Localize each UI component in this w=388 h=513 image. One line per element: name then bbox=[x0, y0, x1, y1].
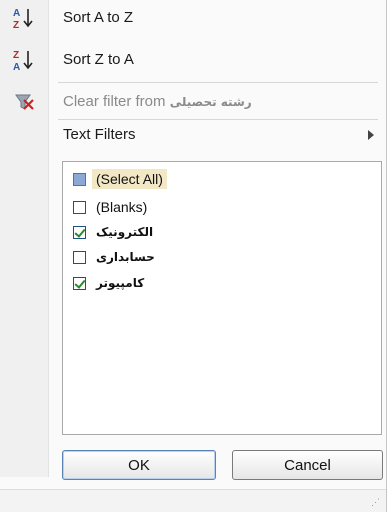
clear-filter-item[interactable]: Clear filter from رشته تحصیلی bbox=[0, 84, 386, 120]
accounting-checkbox[interactable] bbox=[73, 250, 86, 264]
list-item-label: (Blanks) bbox=[96, 199, 148, 215]
sort-ascending-icon: A Z bbox=[8, 6, 40, 30]
sort-a-to-z-item[interactable]: A Z Sort A to Z bbox=[0, 0, 386, 36]
cancel-button[interactable]: Cancel bbox=[232, 450, 383, 480]
text-filters-item[interactable]: Text Filters bbox=[0, 117, 386, 153]
clear-filter-field-name: رشته تحصیلی bbox=[169, 95, 252, 109]
list-item-blanks[interactable]: (Blanks) bbox=[73, 196, 151, 218]
computer-checkbox[interactable] bbox=[73, 276, 86, 290]
sort-z-to-a-item[interactable]: Z A Sort Z to A bbox=[0, 42, 386, 78]
electronics-checkbox[interactable] bbox=[73, 225, 86, 239]
list-item-select-all[interactable]: (Select All) bbox=[73, 168, 167, 190]
clear-filter-prefix: Clear filter from bbox=[63, 93, 170, 110]
sort-z-to-a-label: Sort Z to A bbox=[63, 51, 134, 68]
list-item-label: حسابداری bbox=[96, 250, 155, 264]
sort-a-to-z-label: Sort A to Z bbox=[63, 9, 134, 26]
clear-filter-label: Clear filter from رشته تحصیلی bbox=[63, 93, 252, 110]
blanks-checkbox[interactable] bbox=[73, 200, 86, 214]
svg-text:A: A bbox=[13, 62, 20, 72]
list-item-label: کامپیوتر bbox=[96, 276, 145, 290]
list-item-electronics[interactable]: الکترونیک bbox=[73, 221, 157, 243]
svg-text:Z: Z bbox=[13, 50, 19, 61]
list-item-label: (Select All) bbox=[92, 169, 167, 189]
svg-text:Z: Z bbox=[13, 20, 19, 30]
filter-values-listbox[interactable]: (Select All) (Blanks) الکترونیک حسابداری… bbox=[62, 161, 382, 435]
list-item-accounting[interactable]: حسابداری bbox=[73, 246, 159, 268]
select-all-checkbox[interactable] bbox=[73, 172, 86, 186]
clear-filter-icon bbox=[8, 90, 40, 114]
resize-bar[interactable]: ⋰ bbox=[0, 489, 386, 512]
menu-separator bbox=[58, 82, 378, 83]
list-item-computer[interactable]: کامپیوتر bbox=[73, 272, 148, 294]
text-filters-label: Text Filters bbox=[63, 126, 136, 143]
submenu-arrow-icon bbox=[368, 130, 374, 140]
ok-button[interactable]: OK bbox=[62, 450, 216, 480]
autofilter-dropdown-menu: A Z Sort A to Z Z A Sort Z to A Clear fi… bbox=[0, 0, 387, 512]
svg-text:A: A bbox=[13, 8, 20, 19]
resize-grip-icon[interactable]: ⋰ bbox=[371, 497, 380, 508]
sort-descending-icon: Z A bbox=[8, 48, 40, 72]
list-item-label: الکترونیک bbox=[96, 225, 154, 239]
